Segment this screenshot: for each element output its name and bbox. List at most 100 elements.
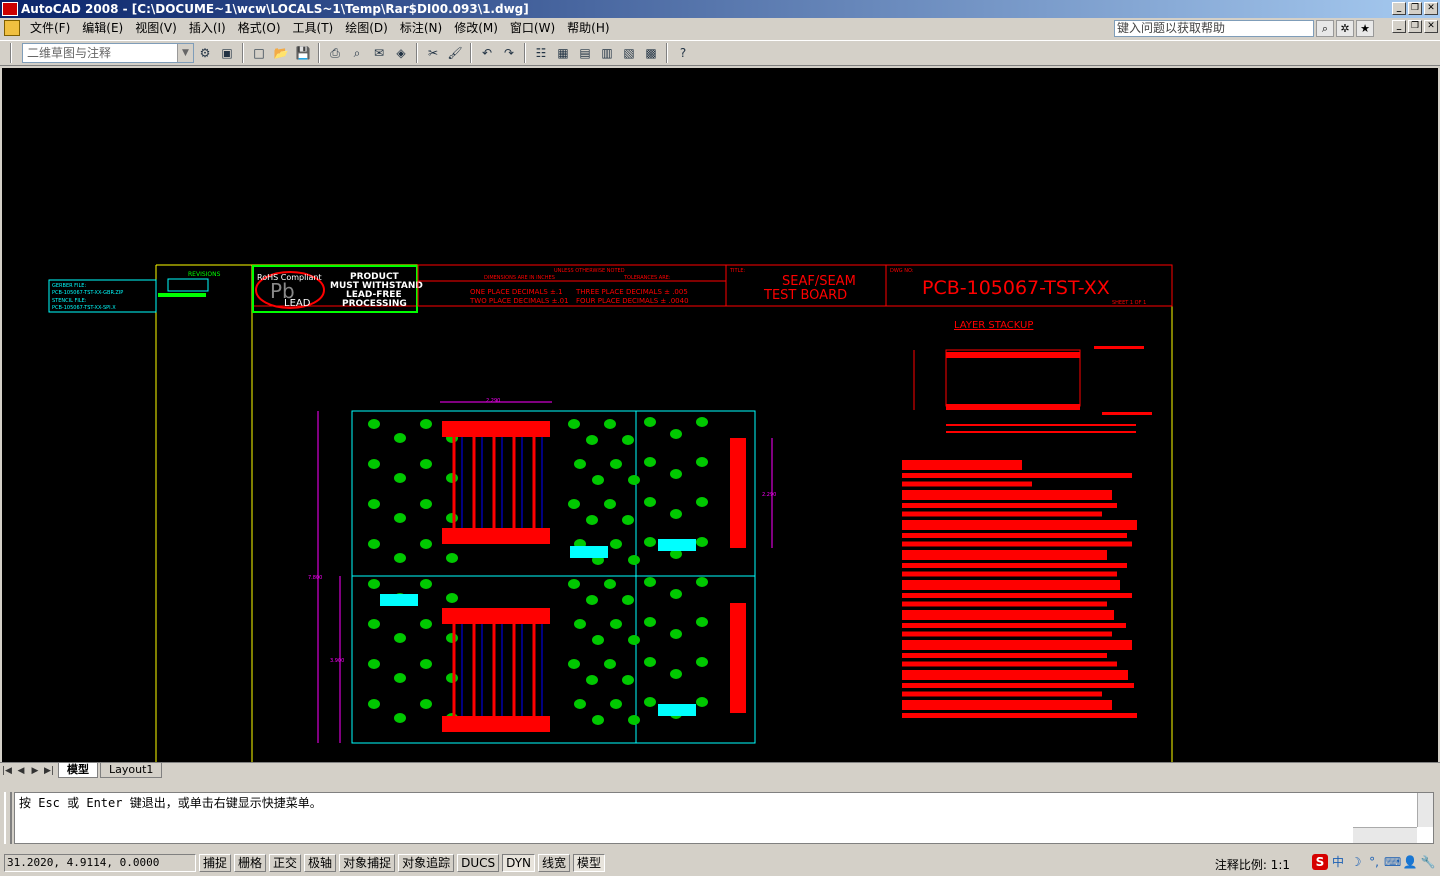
doc-minimize-button[interactable]: _ (1392, 20, 1406, 33)
command-window-grip[interactable] (4, 792, 12, 844)
dim-3900: 3.900 (330, 658, 344, 664)
menu-format[interactable]: 格式(O) (232, 19, 287, 37)
command-vscroll[interactable] (1417, 793, 1433, 827)
pad (420, 619, 432, 629)
restore-button[interactable]: ❐ (1408, 2, 1422, 15)
print-preview-icon[interactable]: ⌕ (347, 43, 367, 63)
otrack-toggle[interactable]: 对象追踪 (398, 854, 455, 872)
redo-icon[interactable]: ↷ (499, 43, 519, 63)
model-toggle[interactable]: 模型 (573, 854, 606, 872)
open-file-icon[interactable]: 📂 (271, 43, 291, 63)
ime-logo-icon[interactable]: S (1312, 854, 1328, 870)
note-line (902, 653, 1107, 658)
favorites-star-icon[interactable]: ★ (1356, 20, 1374, 37)
toolbar-grip[interactable] (10, 43, 12, 63)
ime-moon-icon[interactable]: ☽ (1348, 854, 1364, 870)
menu-view[interactable]: 视图(V) (129, 19, 183, 37)
prev-tab-icon[interactable]: ◀ (14, 764, 28, 778)
pad (586, 595, 598, 605)
search-icon[interactable]: ⌕ (1316, 20, 1334, 37)
print-icon[interactable]: ⎙ (325, 43, 345, 63)
note-line (902, 683, 1134, 688)
pad (670, 509, 682, 519)
polar-toggle[interactable]: 极轴 (304, 854, 337, 872)
label-box-4 (658, 704, 696, 716)
properties-icon[interactable]: ☷ (531, 43, 551, 63)
drawing-canvas[interactable]: REVISIONS GERBER FILE: PCB-105067-TST-XX… (2, 68, 1438, 762)
help-icon[interactable]: ? (673, 43, 693, 63)
ime-punct-icon[interactable]: °, (1366, 854, 1382, 870)
match-properties-icon[interactable]: 🖌 (445, 43, 465, 63)
communication-icon[interactable]: ✲ (1336, 20, 1354, 37)
lineweight-toggle[interactable]: 线宽 (538, 854, 571, 872)
menu-draw[interactable]: 绘图(D) (339, 19, 394, 37)
pad (644, 457, 656, 467)
ime-tools-icon[interactable]: 🔧 (1420, 854, 1436, 870)
menu-edit[interactable]: 编辑(E) (76, 19, 129, 37)
publish-icon[interactable]: ✉ (369, 43, 389, 63)
tol-four: FOUR PLACE DECIMALS ± .0040 (576, 297, 689, 305)
grid-toggle[interactable]: 栅格 (234, 854, 267, 872)
note-line (902, 601, 1107, 607)
osnap-toggle[interactable]: 对象捕捉 (339, 854, 396, 872)
menu-insert[interactable]: 插入(I) (183, 19, 232, 37)
last-tab-icon[interactable]: ▶| (42, 764, 56, 778)
ducs-toggle[interactable]: DUCS (457, 854, 500, 872)
pad (368, 539, 380, 549)
pad (394, 713, 406, 723)
doc-close-button[interactable]: ✕ (1424, 20, 1438, 33)
new-file-icon[interactable]: □ (249, 43, 269, 63)
pad (670, 589, 682, 599)
save-icon[interactable]: 💾 (293, 43, 313, 63)
command-hscroll[interactable] (1353, 827, 1417, 843)
label-box-3 (380, 594, 418, 606)
pad (420, 499, 432, 509)
doc-restore-button[interactable]: ❐ (1408, 20, 1422, 33)
connector-top-2 (442, 608, 550, 624)
first-tab-icon[interactable]: |◀ (0, 764, 14, 778)
design-center-icon[interactable]: ▦ (553, 43, 573, 63)
markup-icon[interactable]: ▧ (619, 43, 639, 63)
3d-dwf-icon[interactable]: ◈ (391, 43, 411, 63)
workspace-settings-icon[interactable]: ⚙ (195, 43, 215, 63)
ime-keyboard-icon[interactable]: ⌨ (1384, 854, 1401, 870)
stackup-diagram (945, 349, 1081, 407)
ime-user-icon[interactable]: 👤 (1402, 854, 1418, 870)
minimize-button[interactable]: _ (1392, 2, 1406, 15)
tab-layout1[interactable]: Layout1 (100, 763, 163, 778)
next-tab-icon[interactable]: ▶ (28, 764, 42, 778)
ime-chinese-icon[interactable]: 中 (1330, 854, 1346, 870)
close-button[interactable]: ✕ (1424, 2, 1438, 15)
command-window[interactable]: 按 Esc 或 Enter 键退出，或单击右键显示快捷菜单。 (14, 792, 1434, 844)
tool-palettes-icon[interactable]: ▤ (575, 43, 595, 63)
coordinates-readout[interactable]: 31.2020, 4.9114, 0.0000 (4, 854, 196, 872)
document-icon[interactable] (4, 20, 20, 36)
menu-modify[interactable]: 修改(M) (448, 19, 504, 37)
gerber-name: PCB-105067-TST-XX-GBR.ZIP (52, 290, 123, 296)
note-line (902, 610, 1114, 620)
menu-window[interactable]: 窗口(W) (504, 19, 561, 37)
undo-icon[interactable]: ↶ (477, 43, 497, 63)
note-line (902, 460, 1022, 470)
menu-help[interactable]: 帮助(H) (561, 19, 615, 37)
drawing-svg[interactable]: REVISIONS GERBER FILE: PCB-105067-TST-XX… (2, 68, 1438, 762)
tab-model[interactable]: 模型 (58, 763, 98, 778)
command-input[interactable] (15, 811, 1433, 829)
menu-tools[interactable]: 工具(T) (287, 19, 340, 37)
help-search-input[interactable]: 键入问题以获取帮助 (1114, 20, 1314, 37)
workspace-select[interactable]: 二维草图与注释 ▼ (22, 43, 194, 63)
dyn-toggle[interactable]: DYN (502, 854, 536, 872)
annotation-scale[interactable]: 注释比例: 1:1 (1215, 856, 1290, 873)
pad (420, 699, 432, 709)
cut-icon[interactable]: ✂ (423, 43, 443, 63)
ortho-toggle[interactable]: 正交 (269, 854, 302, 872)
menu-dimension[interactable]: 标注(N) (394, 19, 448, 37)
sheet-set-icon[interactable]: ▥ (597, 43, 617, 63)
note-line (902, 541, 1132, 547)
snap-toggle[interactable]: 捕捉 (199, 854, 232, 872)
chevron-down-icon[interactable]: ▼ (177, 44, 193, 62)
workspace-save-icon[interactable]: ▣ (217, 43, 237, 63)
menu-file[interactable]: 文件(F) (24, 19, 76, 37)
layout-tabbar: |◀ ◀ ▶ ▶| 模型 Layout1 (0, 762, 1440, 778)
calculator-icon[interactable]: ▩ (641, 43, 661, 63)
